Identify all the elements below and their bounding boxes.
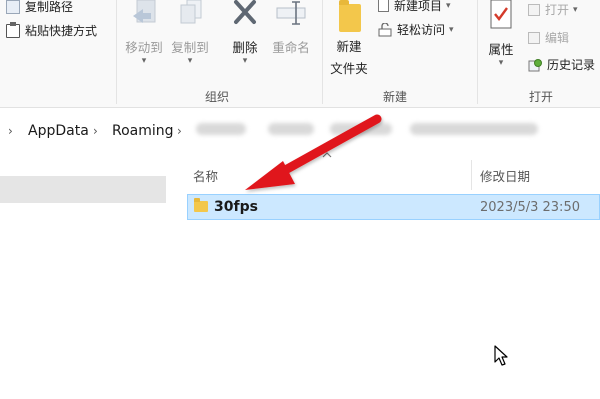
- mouse-cursor-icon: [494, 345, 508, 366]
- annotation-arrow-icon: [245, 114, 382, 190]
- file-explorer-window: 复制路径 粘贴快捷方式 移动到 ▾ 复制到 ▾ 删除 ▾ 重命名 组织 新建 文…: [0, 0, 600, 399]
